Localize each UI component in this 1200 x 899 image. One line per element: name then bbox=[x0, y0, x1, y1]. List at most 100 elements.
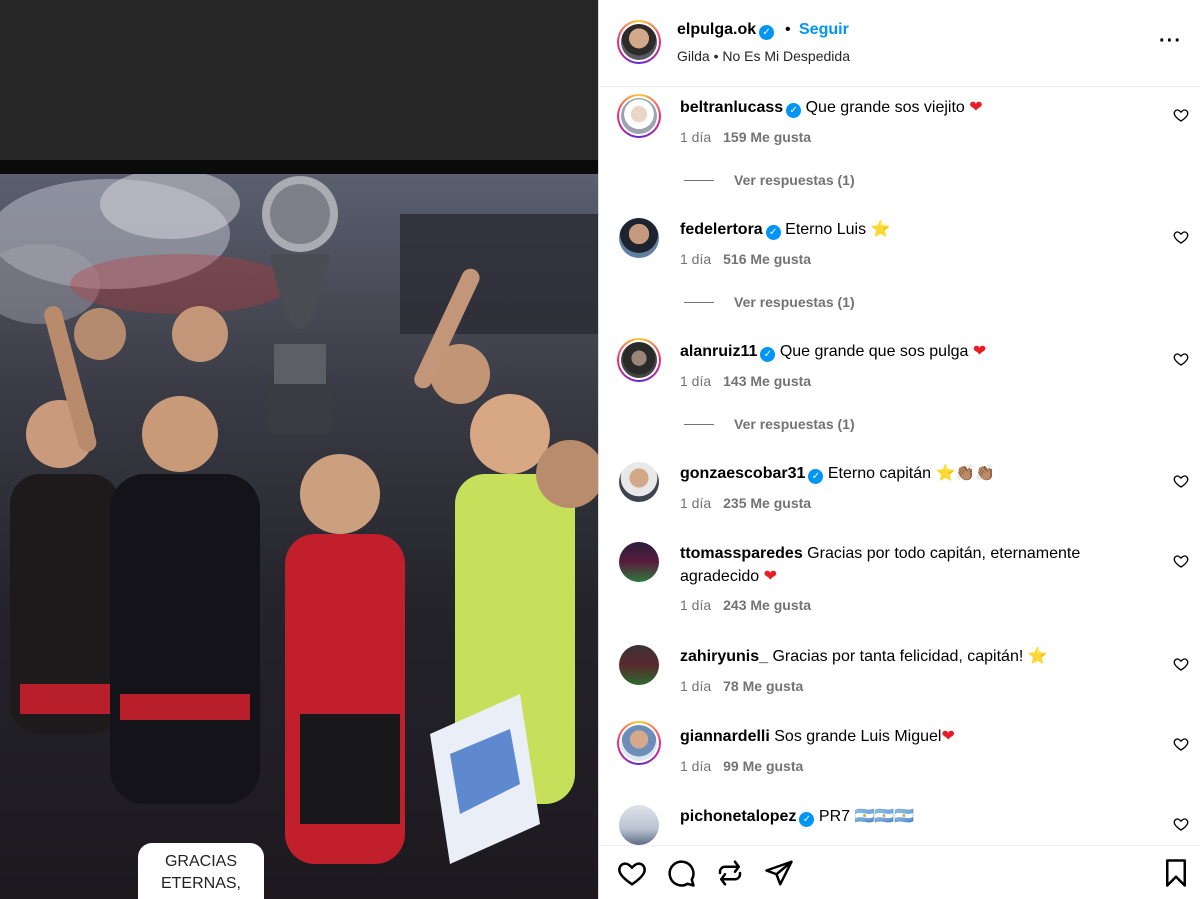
comment-bubble-icon[interactable] bbox=[666, 858, 696, 888]
verified-badge-icon: ✓ bbox=[765, 225, 781, 240]
verified-badge-icon: ✓ bbox=[808, 469, 824, 484]
view-replies-link[interactable]: Ver respuestas (1) bbox=[684, 172, 855, 188]
commenter-username[interactable]: beltranlucass bbox=[680, 99, 783, 116]
like-heart-icon[interactable] bbox=[1173, 229, 1189, 245]
more-options-icon[interactable]: ··· bbox=[1159, 30, 1182, 53]
comment-likes[interactable]: 243 Me gusta bbox=[723, 597, 811, 613]
comment-time: 1 día bbox=[680, 251, 712, 267]
star-clap-emoji: ⭐👏🏽👏🏽 bbox=[935, 465, 996, 482]
commenter-avatar[interactable] bbox=[619, 805, 659, 845]
verified-badge-icon: ✓ bbox=[799, 812, 815, 827]
view-replies-link[interactable]: Ver respuestas (1) bbox=[684, 416, 855, 432]
comment-text: giannardelli Sos grande Luis Miguel❤ bbox=[680, 725, 1120, 748]
star-emoji: ⭐ bbox=[1027, 648, 1048, 665]
media-dark-area bbox=[0, 0, 598, 164]
heart-emoji: ❤ bbox=[972, 343, 987, 360]
flag-emoji: 🇦🇷🇦🇷🇦🇷 bbox=[854, 808, 915, 825]
heart-emoji: ❤ bbox=[969, 99, 983, 116]
post-header: elpulga.ok ✓ • Seguir Gilda • No Es Mi De… bbox=[599, 0, 1200, 87]
save-bookmark-icon[interactable] bbox=[1161, 858, 1191, 888]
like-heart-icon[interactable] bbox=[1173, 656, 1189, 672]
comment-meta: 1 día 235 Me gusta bbox=[680, 495, 811, 511]
like-heart-icon[interactable] bbox=[1173, 351, 1189, 367]
follow-button[interactable]: Seguir bbox=[799, 21, 849, 39]
commenter-username[interactable]: alanruiz11 bbox=[680, 343, 757, 360]
comment-body: Que grande que sos pulga bbox=[779, 343, 973, 360]
comment-likes[interactable]: 78 Me gusta bbox=[723, 678, 803, 694]
commenter-username[interactable]: giannardelli bbox=[680, 728, 770, 745]
comment-body: Eterno Luis bbox=[785, 221, 871, 238]
comment-likes[interactable]: 159 Me gusta bbox=[723, 129, 811, 145]
comment-text: fedelertora ✓ Eterno Luis ⭐ bbox=[680, 218, 1120, 241]
comment-text: beltranlucass ✓ Que grande sos viejito ❤ bbox=[680, 96, 1120, 119]
share-paper-plane-icon[interactable] bbox=[764, 858, 794, 888]
comment-text: ttomassparedes Gracias por todo capitán,… bbox=[680, 542, 1130, 588]
comment-body: Gracias por tanta felicidad, capitán! bbox=[772, 648, 1028, 665]
replies-line bbox=[684, 302, 714, 303]
verified-badge-icon: ✓ bbox=[760, 347, 776, 362]
verified-badge-icon: ✓ bbox=[759, 25, 775, 40]
author-avatar[interactable] bbox=[617, 20, 661, 64]
like-heart-icon[interactable] bbox=[1173, 107, 1189, 123]
comment-time: 1 día bbox=[680, 129, 712, 145]
comment-text: pichonetalopez ✓ PR7 🇦🇷🇦🇷🇦🇷 bbox=[680, 805, 1120, 828]
comment-meta: 1 día 143 Me gusta bbox=[680, 373, 811, 389]
post-photo bbox=[0, 174, 598, 899]
view-replies-text[interactable]: Ver respuestas (1) bbox=[734, 416, 855, 432]
comment-body: Que grande sos viejito bbox=[805, 99, 970, 116]
comment-time: 1 día bbox=[680, 758, 712, 774]
comment-likes[interactable]: 143 Me gusta bbox=[723, 373, 811, 389]
post-action-bar bbox=[599, 845, 1200, 899]
media-divider bbox=[0, 160, 598, 174]
commenter-avatar[interactable] bbox=[619, 462, 659, 502]
audio-track-link[interactable]: Gilda • No Es Mi Despedida bbox=[677, 48, 850, 64]
comment-meta: 1 día 516 Me gusta bbox=[680, 251, 811, 267]
like-heart-icon[interactable] bbox=[1173, 736, 1189, 752]
author-username[interactable]: elpulga.ok ✓ bbox=[677, 21, 775, 40]
comment-text: zahiryunis_ Gracias por tanta felicidad,… bbox=[680, 645, 1120, 668]
comment-meta: 1 día 78 Me gusta bbox=[680, 678, 803, 694]
comment-text: gonzaescobar31 ✓ Eterno capitán ⭐👏🏽👏🏽 bbox=[680, 462, 1120, 485]
replies-line bbox=[684, 180, 714, 181]
commenter-username[interactable]: ttomassparedes bbox=[680, 545, 803, 562]
comments-panel: elpulga.ok ✓ • Seguir Gilda • No Es Mi De… bbox=[598, 0, 1200, 899]
comment-meta: 1 día 99 Me gusta bbox=[680, 758, 803, 774]
commenter-username[interactable]: zahiryunis_ bbox=[680, 648, 768, 665]
commenter-username[interactable]: fedelertora bbox=[680, 221, 763, 238]
comment-time: 1 día bbox=[680, 495, 712, 511]
star-emoji: ⭐ bbox=[870, 221, 891, 238]
commenter-username[interactable]: gonzaescobar31 bbox=[680, 465, 805, 482]
header-separator: • bbox=[785, 21, 791, 38]
commenter-avatar[interactable] bbox=[619, 645, 659, 685]
replies-line bbox=[684, 424, 714, 425]
commenter-avatar[interactable] bbox=[617, 721, 661, 765]
comment-meta: 1 día 243 Me gusta bbox=[680, 597, 811, 613]
comment-likes[interactable]: 99 Me gusta bbox=[723, 758, 803, 774]
comment-likes[interactable]: 235 Me gusta bbox=[723, 495, 811, 511]
verified-badge-icon: ✓ bbox=[786, 103, 802, 118]
view-replies-text[interactable]: Ver respuestas (1) bbox=[734, 172, 855, 188]
repost-icon[interactable] bbox=[715, 858, 745, 888]
like-heart-icon[interactable] bbox=[1173, 816, 1189, 832]
comment-time: 1 día bbox=[680, 597, 712, 613]
commenter-username[interactable]: pichonetalopez bbox=[680, 808, 796, 825]
view-replies-link[interactable]: Ver respuestas (1) bbox=[684, 294, 855, 310]
commenter-avatar[interactable] bbox=[617, 94, 661, 138]
commenter-avatar[interactable] bbox=[619, 218, 659, 258]
comment-body: Eterno capitán bbox=[827, 465, 936, 482]
view-replies-text[interactable]: Ver respuestas (1) bbox=[734, 294, 855, 310]
comment-time: 1 día bbox=[680, 373, 712, 389]
comment-text: alanruiz11 ✓ Que grande que sos pulga ❤ bbox=[680, 340, 1120, 363]
post-media[interactable]: GRACIAS ETERNAS, bbox=[0, 0, 598, 899]
like-heart-icon[interactable] bbox=[1173, 553, 1189, 569]
heart-emoji: ❤ bbox=[763, 568, 778, 585]
comment-body: PR7 bbox=[818, 808, 855, 825]
comment-body: Sos grande Luis Miguel bbox=[774, 728, 942, 745]
heart-emoji: ❤ bbox=[941, 728, 955, 745]
comment-likes[interactable]: 516 Me gusta bbox=[723, 251, 811, 267]
like-heart-icon[interactable] bbox=[1173, 473, 1189, 489]
author-username-text[interactable]: elpulga.ok bbox=[677, 21, 756, 38]
commenter-avatar[interactable] bbox=[619, 542, 659, 582]
commenter-avatar[interactable] bbox=[617, 338, 661, 382]
like-heart-icon[interactable] bbox=[617, 858, 647, 888]
